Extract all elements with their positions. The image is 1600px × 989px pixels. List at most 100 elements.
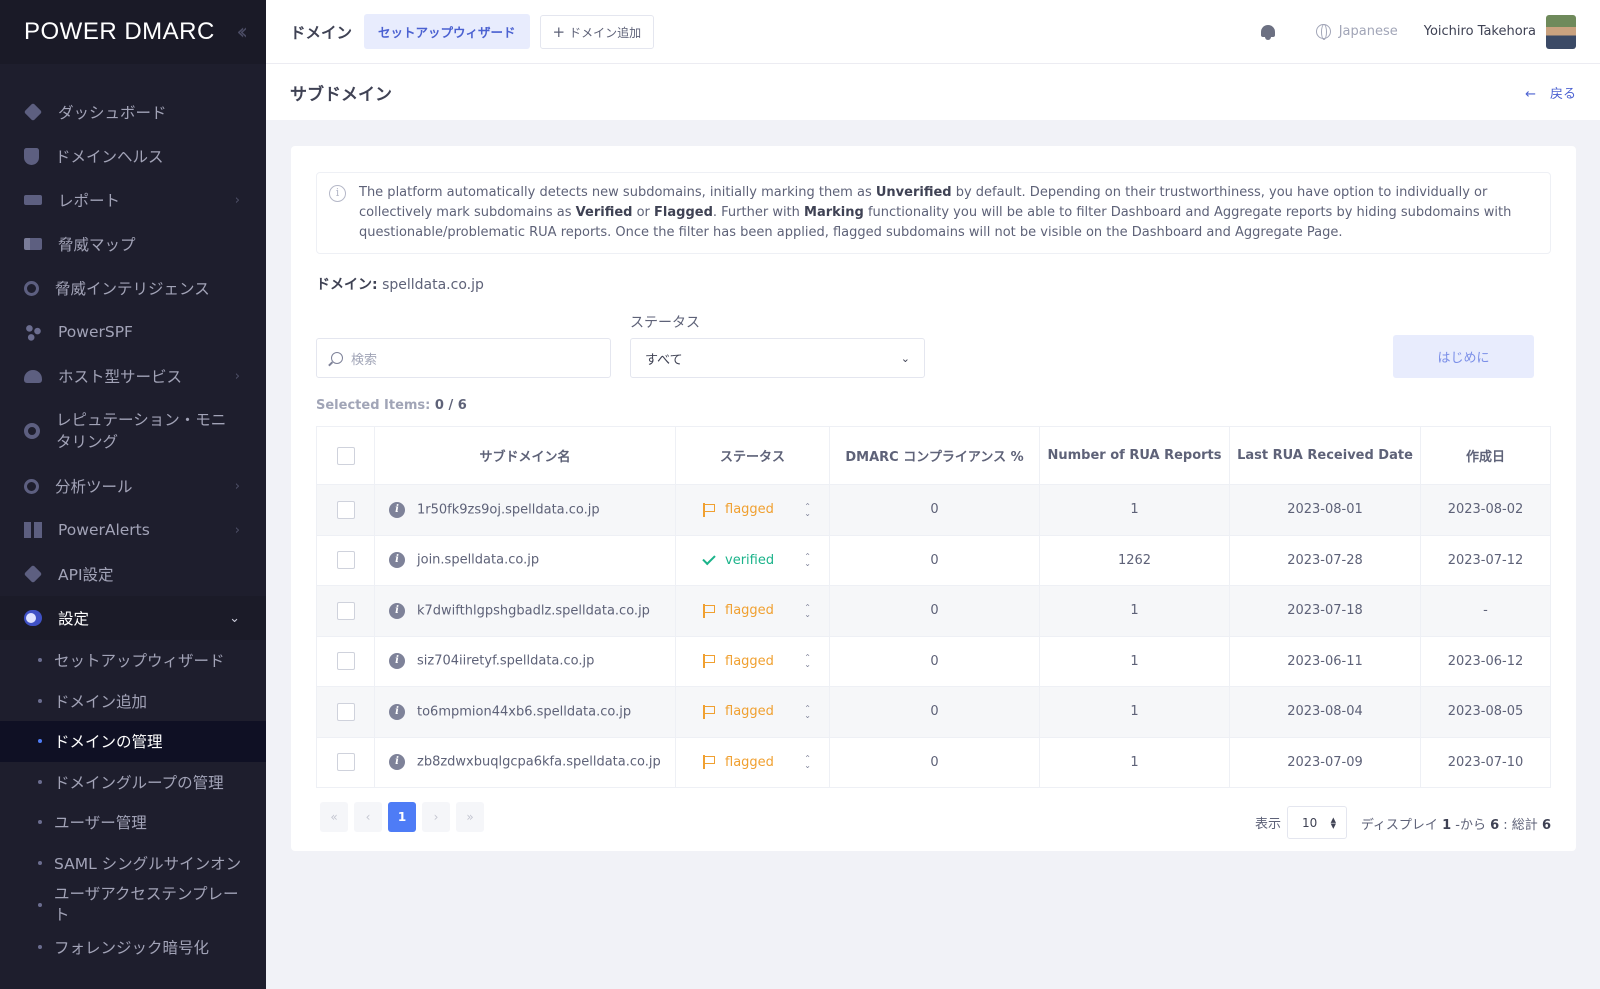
table-row[interactable]: i 1r50fk9zs9oj.spelldata.co.jp flagged ⌃ ⌄ 0 1…	[316, 484, 1551, 536]
info-icon[interactable]: i	[389, 703, 405, 720]
sort-caret-icon[interactable]: ⌃ ⌄	[804, 502, 811, 517]
table-row[interactable]: i zb8zdwxbuqlgcpa6kfa.spelldata.co.jp flag…	[316, 736, 1551, 788]
subdomain-name: siz704iiretyf.spelldata.co.jp	[417, 653, 595, 669]
pagination: « ‹ 1 › » 表示 10 ▲ ▼ ディスプレイ 1 -から 6 : 総計 6	[316, 802, 1551, 862]
avatar[interactable]	[1546, 14, 1576, 49]
sidebar-sub-label: ドメインの管理	[54, 733, 163, 752]
row-checkbox[interactable]	[336, 500, 355, 519]
sidebar-sub-add-domain[interactable]: ドメイン追加	[0, 681, 266, 722]
sidebar-sub-domain-groups[interactable]: ドメイングループの管理	[0, 762, 266, 803]
bell-icon[interactable]	[1260, 23, 1276, 41]
rua-count-cell: 1262	[1039, 534, 1230, 586]
search-input[interactable]: 検索	[316, 338, 611, 378]
sort-caret-icon[interactable]: ⌃ ⌄	[804, 704, 811, 719]
info-icon[interactable]: i	[389, 653, 405, 670]
last-page-button[interactable]: »	[456, 802, 484, 832]
sidebar-item-powerspf[interactable]: PowerSPF	[0, 310, 266, 354]
sidebar-item-label: ホスト型サービス	[58, 368, 183, 386]
info-icon[interactable]: i	[389, 552, 405, 569]
col-compliance[interactable]: DMARC コンプライアンス %	[829, 426, 1040, 485]
info-icon[interactable]: i	[389, 754, 405, 771]
info-icon[interactable]: i	[389, 501, 405, 518]
status-cell[interactable]: flagged ⌃ ⌄	[675, 484, 830, 536]
first-page-button[interactable]: «	[320, 802, 348, 832]
language-selector[interactable]: Japanese	[1315, 24, 1398, 40]
sidebar-item-label: 分析ツール	[55, 478, 133, 496]
row-checkbox[interactable]	[336, 652, 355, 671]
toggle-icon	[24, 610, 42, 626]
collapse-sidebar-icon[interactable]: ‹‹	[236, 20, 247, 45]
sidebar-item-hosted-services[interactable]: ホスト型サービス ›	[0, 354, 266, 398]
sidebar: POWER DMARC ‹‹ ダッシュボード ドメインヘルス レポート › 脅威マ…	[0, 0, 266, 989]
status-cell[interactable]: flagged ⌃ ⌄	[675, 585, 830, 637]
table-row[interactable]: i to6mpmion44xb6.spelldata.co.jp flagged ⌃ ⌄…	[316, 686, 1551, 738]
page-1-button[interactable]: 1	[388, 802, 416, 832]
sort-caret-icon[interactable]: ⌃ ⌄	[804, 755, 811, 770]
sidebar-item-threat-intel[interactable]: 脅威インテリジェンス	[0, 266, 266, 310]
sort-caret-icon[interactable]: ⌃ ⌄	[804, 603, 811, 618]
sort-caret-icon[interactable]: ⌃ ⌄	[804, 654, 811, 669]
add-domain-button[interactable]: + ドメイン追加	[539, 14, 655, 49]
sidebar-sub-manage-domains[interactable]: ドメインの管理	[0, 721, 266, 762]
sidebar-item-settings[interactable]: 設定 ⌄	[0, 596, 266, 640]
sidebar-item-poweralerts[interactable]: PowerAlerts ›	[0, 508, 266, 552]
status-cell[interactable]: flagged ⌃ ⌄	[675, 635, 830, 687]
setup-wizard-button[interactable]: セットアップウィザード	[364, 14, 530, 49]
next-page-button[interactable]: ›	[422, 802, 450, 832]
user-name[interactable]: Yoichiro Takehora	[1424, 24, 1536, 39]
created-cell: 2023-07-10	[1420, 736, 1551, 788]
sidebar-item-domain-health[interactable]: ドメインヘルス	[0, 134, 266, 178]
table-body: i 1r50fk9zs9oj.spelldata.co.jp flagged ⌃ ⌄ 0 1…	[316, 484, 1551, 788]
col-status[interactable]: ステータス	[675, 426, 830, 485]
sort-caret-icon[interactable]: ⌃ ⌄	[804, 553, 811, 568]
sidebar-item-analysis-tools[interactable]: 分析ツール ›	[0, 464, 266, 508]
col-rua-count[interactable]: Number of RUA Reports	[1039, 426, 1230, 485]
display-from-label: -から	[1455, 818, 1486, 833]
sidebar-sub-saml-sso[interactable]: SAML シングルサインオン	[0, 843, 266, 884]
subdomain-cell: i 1r50fk9zs9oj.spelldata.co.jp	[374, 484, 676, 536]
table-row[interactable]: i siz704iiretyf.spelldata.co.jp flagged ⌃ ⌄ 0…	[316, 635, 1551, 687]
col-last-rua[interactable]: Last RUA Received Date	[1229, 426, 1421, 485]
reset-button[interactable]: はじめに	[1393, 335, 1534, 378]
status-cell[interactable]: verified ⌃ ⌄	[675, 534, 830, 586]
row-checkbox[interactable]	[336, 753, 355, 772]
rua-count-cell: 1	[1039, 585, 1230, 637]
per-page-select[interactable]: 10 ▲ ▼	[1287, 806, 1347, 839]
select-all-checkbox[interactable]	[336, 446, 355, 465]
prev-page-button[interactable]: ‹	[354, 802, 382, 832]
row-checkbox[interactable]	[336, 702, 355, 721]
sidebar-item-threat-map[interactable]: 脅威マップ	[0, 222, 266, 266]
sidebar-sub-access-templates[interactable]: ユーザアクセステンプレート	[0, 883, 266, 927]
sidebar-sub-user-management[interactable]: ユーザー管理	[0, 802, 266, 843]
row-select-cell	[316, 635, 375, 687]
col-created[interactable]: 作成日	[1420, 426, 1551, 485]
powerdmarc-logo[interactable]: POWER DMARC	[24, 18, 215, 46]
sidebar-item-label: レピュテーション・モニタリング	[56, 411, 227, 451]
row-checkbox[interactable]	[336, 551, 355, 570]
sidebar-item-api[interactable]: API設定	[0, 552, 266, 596]
chevron-right-icon: ›	[234, 192, 240, 208]
table-row[interactable]: i k7dwifthlgpshgbadlz.spelldata.co.jp flag…	[316, 585, 1551, 637]
col-subdomain[interactable]: サブドメイン名	[374, 426, 676, 485]
status-cell[interactable]: flagged ⌃ ⌄	[675, 686, 830, 738]
sidebar-sub-setup-wizard[interactable]: セットアップウィザード	[0, 640, 266, 681]
status-cell[interactable]: flagged ⌃ ⌄	[675, 736, 830, 788]
sidebar-item-reputation[interactable]: レピュテーション・モニタリング	[0, 398, 266, 464]
page-title-bar: サブドメイン ← 戻る	[266, 64, 1600, 120]
info-notice: i The platform automatically detects new…	[316, 172, 1551, 254]
sidebar-sub-label: ユーザアクセステンプレート	[54, 885, 239, 924]
subdomain-cell: i siz704iiretyf.spelldata.co.jp	[374, 635, 676, 687]
sidebar-item-dashboard[interactable]: ダッシュボード	[0, 90, 266, 134]
sidebar-sub-label: ドメイングループの管理	[54, 773, 224, 792]
spf-icon	[24, 323, 42, 341]
last-rua-cell: 2023-07-18	[1229, 585, 1421, 637]
rua-count-cell: 1	[1039, 484, 1230, 536]
table-row[interactable]: i join.spelldata.co.jp verified ⌃ ⌄ 0 1262 2023…	[316, 534, 1551, 586]
sidebar-sub-forensic-encryption[interactable]: フォレンジック暗号化	[0, 927, 266, 968]
sidebar-item-reports[interactable]: レポート ›	[0, 178, 266, 222]
info-icon[interactable]: i	[389, 602, 405, 619]
subdomain-name: to6mpmion44xb6.spelldata.co.jp	[417, 704, 632, 720]
row-checkbox[interactable]	[336, 601, 355, 620]
status-select[interactable]: すべて ⌄	[630, 338, 925, 378]
back-link[interactable]: ← 戻る	[1525, 83, 1576, 102]
